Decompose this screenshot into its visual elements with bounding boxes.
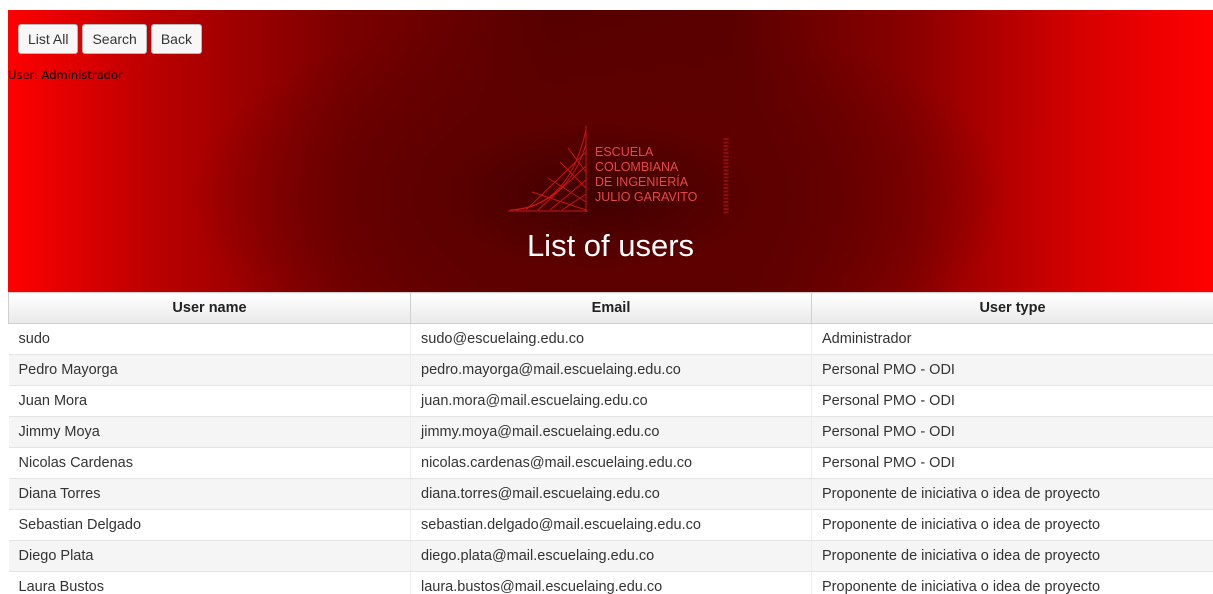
table-row[interactable]: Juan Mora juan.mora@mail.escuelaing.edu.… [8,385,1213,417]
table-row[interactable]: Nicolas Cardenas nicolas.cardenas@mail.e… [8,447,1213,479]
search-button[interactable]: Search [82,24,147,54]
user-type-cell: Personal PMO - ODI [811,447,1213,479]
user-type-cell: Personal PMO - ODI [811,416,1213,448]
user-name-cell: Diego Plata [8,540,411,572]
email-cell: jimmy.moya@mail.escuelaing.edu.co [410,416,812,448]
user-name-cell: Sebastian Delgado [8,509,411,541]
logo-line-4: JULIO GARAVITO [595,190,698,204]
email-cell: sudo@escuelaing.edu.co [410,323,812,355]
current-user-label: User: Administrador [8,68,123,82]
table-row[interactable]: Pedro Mayorga pedro.mayorga@mail.escuela… [8,354,1213,386]
table-row[interactable]: Sebastian Delgado sebastian.delgado@mail… [8,509,1213,541]
email-cell: pedro.mayorga@mail.escuelaing.edu.co [410,354,812,386]
list-all-button[interactable]: List All [18,24,79,54]
column-header-email[interactable]: Email [410,292,812,324]
page: List All Search Back User: Administrador [0,0,1213,594]
university-logo: ESCUELA COLOMBIANA DE INGENIERÍA JULIO G… [508,126,729,214]
email-cell: nicolas.cardenas@mail.escuelaing.edu.co [410,447,812,479]
user-name-cell: Laura Bustos [8,571,411,594]
logo-mark-icon [508,126,588,212]
email-cell: diego.plata@mail.escuelaing.edu.co [410,540,812,572]
user-type-cell: Personal PMO - ODI [811,385,1213,417]
user-type-cell: Proponente de iniciativa o idea de proye… [811,571,1213,594]
user-name-cell: sudo [8,323,411,355]
table-row[interactable]: Laura Bustos laura.bustos@mail.escuelain… [8,571,1213,594]
table-row[interactable]: sudo sudo@escuelaing.edu.co Administrado… [8,323,1213,355]
users-table: User name Email User type sudo sudo@escu… [8,292,1213,594]
email-cell: laura.bustos@mail.escuelaing.edu.co [410,571,812,594]
email-cell: sebastian.delgado@mail.escuelaing.edu.co [410,509,812,541]
column-header-user-type[interactable]: User type [811,292,1213,324]
table-row[interactable]: Diego Plata diego.plata@mail.escuelaing.… [8,540,1213,572]
user-name-cell: Nicolas Cardenas [8,447,411,479]
back-button[interactable]: Back [150,24,202,54]
user-name-cell: Jimmy Moya [8,416,411,448]
table-row[interactable]: Jimmy Moya jimmy.moya@mail.escuelaing.ed… [8,416,1213,448]
nav-bar: List All Search Back [18,24,202,54]
user-type-cell: Administrador [811,323,1213,355]
user-type-cell: Personal PMO - ODI [811,354,1213,386]
logo-line-1: ESCUELA [595,145,654,159]
logo-line-2: COLOMBIANA [595,160,679,174]
user-type-cell: Proponente de iniciativa o idea de proye… [811,509,1213,541]
logo-line-3: DE INGENIERÍA [595,174,689,189]
user-type-cell: Proponente de iniciativa o idea de proye… [811,478,1213,510]
page-title: List of users [526,228,695,263]
user-type-cell: Proponente de iniciativa o idea de proye… [811,540,1213,572]
table-header-row: User name Email User type [8,292,1213,324]
user-name-cell: Juan Mora [8,385,411,417]
header-banner: List All Search Back User: Administrador [8,10,1213,292]
email-cell: juan.mora@mail.escuelaing.edu.co [410,385,812,417]
user-name-cell: Pedro Mayorga [8,354,411,386]
user-name-cell: Diana Torres [8,478,411,510]
email-cell: diana.torres@mail.escuelaing.edu.co [410,478,812,510]
column-header-user-name[interactable]: User name [8,292,411,324]
table-row[interactable]: Diana Torres diana.torres@mail.escuelain… [8,478,1213,510]
